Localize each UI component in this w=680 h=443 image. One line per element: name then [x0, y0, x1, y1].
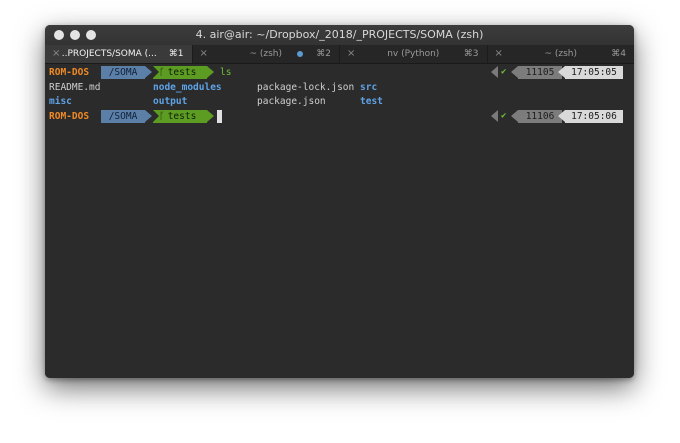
title-bar[interactable]: 4. air@air: ~/Dropbox/_2018/_PROJECTS/SO… [45, 25, 634, 45]
tab-4[interactable]: × ~ (zsh) ⌘4 [486, 45, 635, 63]
prompt-git-branch: ᚴ tests [153, 66, 214, 79]
terminal-output[interactable]: ROM-DOS /SOMA ᚴ tests ls ✔ 11105 17:05:05… [45, 64, 634, 378]
terminal-window: 4. air@air: ~/Dropbox/_2018/_PROJECTS/SO… [45, 25, 634, 378]
activity-dot-icon [297, 51, 303, 57]
prompt-line: ROM-DOS /SOMA ᚴ tests ls ✔ 11105 17:05:05 [45, 66, 634, 80]
tab-shortcut: ⌘1 [168, 49, 184, 59]
list-item: package.json [257, 96, 326, 107]
success-check-icon: ✔ [501, 67, 507, 77]
command-text: ls [220, 67, 232, 78]
success-check-icon: ✔ [501, 111, 507, 121]
tab-2[interactable]: × ~ (zsh) ⌘2 [191, 45, 340, 63]
list-item: src [360, 82, 378, 93]
branch-name: tests [167, 67, 197, 78]
history-number: 11105 [511, 66, 562, 79]
text-cursor[interactable] [217, 110, 222, 123]
prompt-time: 17:05:06 [558, 110, 623, 123]
list-item: misc [49, 96, 72, 107]
right-prompt-arrow-icon [491, 66, 498, 78]
prompt-line: ROM-DOS /SOMA ᚴ tests ✔ 11106 17:05:06 [45, 110, 634, 124]
prompt-directory: /SOMA [101, 66, 152, 79]
history-number: 11106 [511, 110, 562, 123]
branch-name: tests [167, 111, 197, 122]
prompt-directory: /SOMA [101, 110, 152, 123]
prompt-time: 17:05:05 [558, 66, 623, 79]
tab-3[interactable]: × nv (Python) ⌘3 [339, 45, 487, 63]
list-item: package-lock.json [257, 82, 355, 93]
right-prompt-arrow-icon [491, 110, 498, 122]
prompt-host: ROM-DOS [49, 111, 90, 122]
list-item: output [153, 96, 188, 107]
prompt-git-branch: ᚴ tests [153, 110, 214, 123]
list-item: test [360, 96, 383, 107]
tab-1[interactable]: × ..PROJECTS/SOMA (... ⌘1 [45, 45, 192, 63]
prompt-host: ROM-DOS [49, 67, 90, 78]
tab-shortcut: ⌘4 [611, 49, 626, 59]
git-branch-icon: ᚴ [159, 111, 165, 122]
tab-shortcut: ⌘3 [463, 49, 479, 59]
git-branch-icon: ᚴ [159, 67, 165, 78]
list-item: node_modules [153, 82, 222, 93]
tab-bar: × ..PROJECTS/SOMA (... ⌘1 × ~ (zsh) ⌘2 ×… [45, 45, 634, 64]
tab-label: ..PROJECTS/SOMA (... [61, 49, 157, 59]
list-item: README.md [49, 82, 101, 93]
window-title: 4. air@air: ~/Dropbox/_2018/_PROJECTS/SO… [195, 28, 484, 41]
tab-shortcut: ⌘2 [316, 49, 331, 59]
